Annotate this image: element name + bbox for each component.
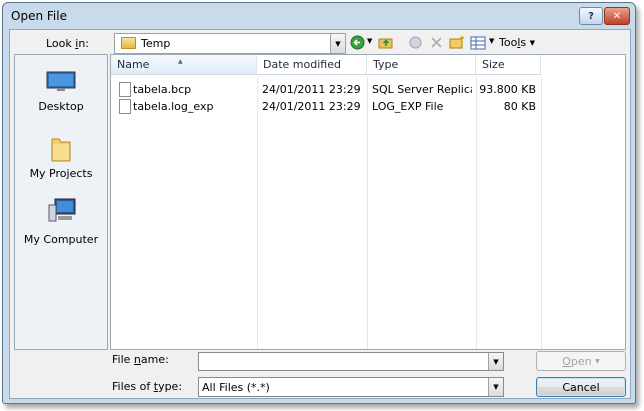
column-divider [541,77,542,349]
file-list[interactable]: ▲ Name Date modified Type Size tabela.bcp… [110,54,626,350]
place-my-projects[interactable]: My Projects [15,133,107,183]
look-in-label: Look in: [46,37,90,50]
up-folder-icon [378,38,393,49]
place-label: My Computer [23,233,99,246]
tools-menu-button[interactable]: Too l s ▼ [499,35,535,50]
chevron-down-icon[interactable]: ▼ [488,353,503,370]
dialog-title: Open File [11,9,67,23]
new-folder-button[interactable] [449,35,465,50]
open-file-dialog: Open File ? ✕ Look in: Temp ▼ ▼ ▼ Too l … [2,2,636,404]
globe-icon [409,36,422,49]
cancel-button[interactable]: Cancel [536,377,626,397]
place-label: My Projects [29,167,93,180]
computer-icon [48,198,76,222]
chevron-down-icon[interactable]: ▼ [488,378,503,396]
help-button[interactable]: ? [579,7,603,25]
file-type-select[interactable]: All Files (*.*) ▼ [198,377,504,397]
delete-icon [431,37,442,48]
look-in-value: Temp [141,37,171,50]
look-in-combo[interactable]: Temp ▼ [114,33,346,54]
place-label: Desktop [38,100,84,113]
column-header-date[interactable]: Date modified [257,55,367,75]
file-row[interactable]: tabela.bcp 24/01/2011 23:29 SQL Server R… [111,82,625,98]
search-web-button [408,35,423,50]
file-name-label: File name: [112,353,169,366]
column-divider [257,77,258,349]
file-size: 93.800 KB [479,83,536,96]
file-type: SQL Server Replica... [372,83,472,96]
delete-button [430,35,443,50]
sort-ascending-icon: ▲ [178,58,183,65]
chevron-down-icon: ▼ [595,357,600,365]
place-desktop[interactable]: Desktop [15,69,107,117]
column-header-size[interactable]: Size [476,55,541,75]
new-folder-icon [449,36,464,49]
column-divider [476,77,477,349]
file-type-value: All Files (*.*) [202,381,270,394]
file-name: tabela.log_exp [133,100,214,113]
column-headers: ▲ Name Date modified Type Size [111,55,625,77]
file-icon [119,82,131,97]
folder-icon [121,37,136,49]
back-dropdown-icon[interactable]: ▼ [367,37,372,45]
toolbar: ▼ ▼ Too l s ▼ [348,33,548,53]
file-date: 24/01/2011 23:29 [262,100,361,113]
title-bar[interactable]: Open File ? ✕ [3,3,635,31]
views-icon [470,36,486,49]
folder-icon [51,138,71,162]
place-my-computer[interactable]: My Computer [15,197,107,249]
column-header-name[interactable]: ▲ Name [111,55,257,75]
file-name-input[interactable]: ▼ [198,352,504,371]
back-icon [350,35,365,50]
file-date: 24/01/2011 23:29 [262,83,361,96]
file-type: LOG_EXP File [372,100,444,113]
up-folder-button[interactable] [378,35,394,50]
close-button[interactable]: ✕ [604,7,630,25]
views-dropdown-icon[interactable]: ▼ [489,37,494,45]
column-divider [367,77,368,349]
file-type-label: Files of type: [112,380,183,393]
file-size: 80 KB [503,100,536,113]
column-header-type[interactable]: Type [367,55,476,75]
file-row[interactable]: tabela.log_exp 24/01/2011 23:29 LOG_EXP … [111,99,625,115]
chevron-down-icon: ▼ [529,38,535,47]
views-button[interactable] [470,35,486,50]
file-name: tabela.bcp [133,83,192,96]
chevron-down-icon[interactable]: ▼ [330,34,345,53]
back-button[interactable] [350,35,365,50]
file-icon [119,99,131,114]
places-bar: Desktop My Projects My Computer [14,54,108,350]
desktop-icon [46,71,76,91]
open-button[interactable]: Open ▼ [536,351,626,371]
dialog-body: Look in: Temp ▼ ▼ ▼ Too l s ▼ Desktop My… [9,29,631,399]
